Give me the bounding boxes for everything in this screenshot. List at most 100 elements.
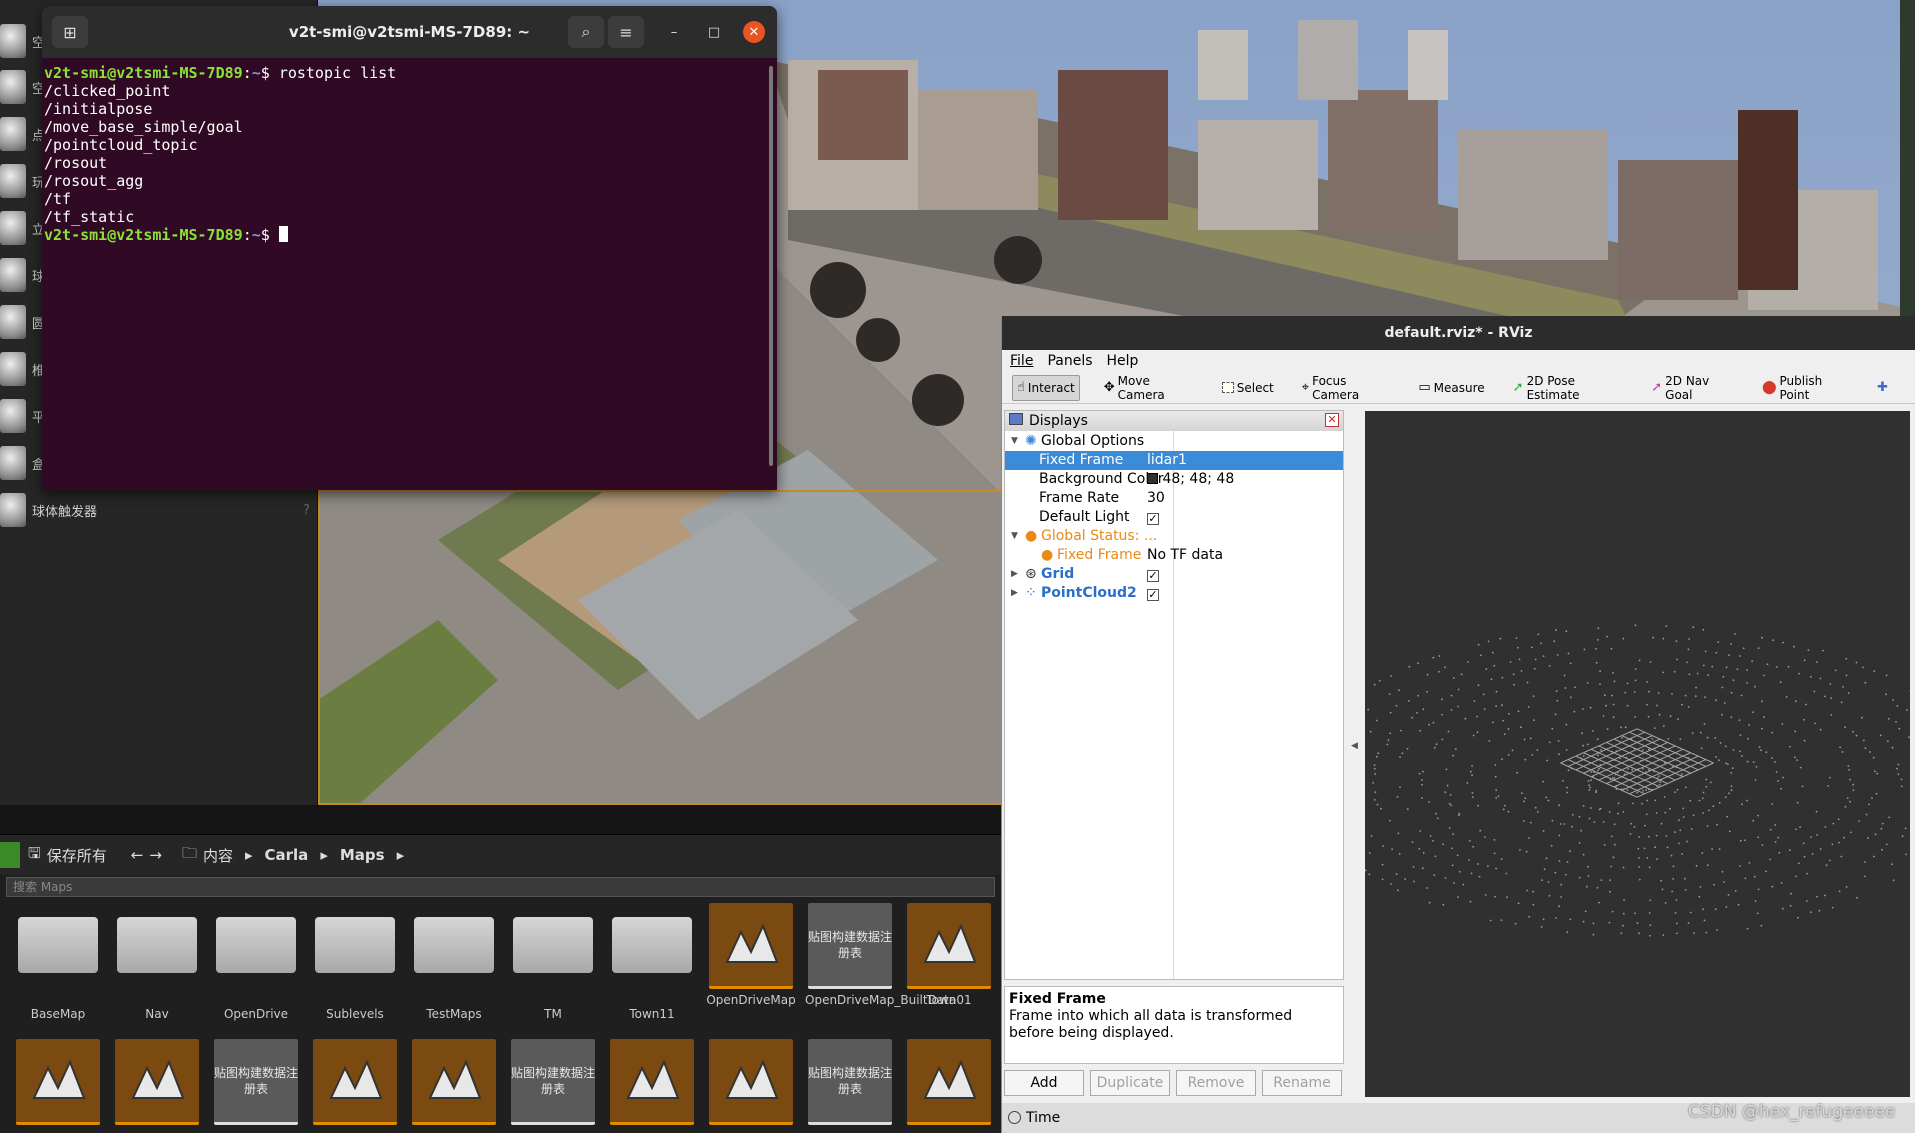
bg-color-value[interactable]: 48; 48; 48 bbox=[1162, 471, 1234, 487]
asset-map[interactable] bbox=[310, 1039, 400, 1125]
terminal-scrollbar[interactable] bbox=[769, 66, 773, 466]
tool-select[interactable]: Select bbox=[1218, 375, 1278, 401]
color-swatch[interactable] bbox=[1147, 473, 1158, 484]
search-icon[interactable]: ⌕ bbox=[568, 16, 604, 48]
forward-arrow-icon[interactable]: → bbox=[149, 846, 162, 864]
tool-interact[interactable]: ☝ Interact bbox=[1012, 374, 1080, 401]
asset-folder[interactable]: Nav bbox=[112, 903, 202, 1021]
rviz-3d-view[interactable] bbox=[1300, 411, 1915, 1097]
pointcloud-enabled-checkbox[interactable]: ✓ bbox=[1147, 589, 1159, 601]
menu-panels[interactable]: Panels bbox=[1047, 350, 1092, 372]
asset-registry[interactable]: 贴图构建数据注册表 bbox=[211, 1039, 301, 1125]
maximize-icon[interactable]: □ bbox=[703, 21, 725, 43]
rename-display-button[interactable]: Rename bbox=[1262, 1070, 1342, 1096]
asset-map[interactable] bbox=[904, 1039, 994, 1125]
close-icon[interactable]: ✕ bbox=[1325, 413, 1339, 427]
close-icon[interactable]: ✕ bbox=[743, 21, 765, 43]
remove-display-button[interactable]: Remove bbox=[1176, 1070, 1256, 1096]
chevron-down-icon[interactable]: ▼ bbox=[1011, 432, 1018, 451]
pointcloud-point bbox=[1752, 819, 1755, 822]
minimize-icon[interactable]: – bbox=[663, 21, 685, 43]
tool-measure[interactable]: ▭ Measure bbox=[1414, 375, 1488, 401]
place-item-sphere-trigger[interactable]: 球体触发器? bbox=[0, 489, 318, 531]
menu-file[interactable]: File bbox=[1010, 350, 1033, 372]
asset-map[interactable]: OpenDriveMap bbox=[706, 903, 796, 1007]
tool-move-camera[interactable]: ✥ Move Camera bbox=[1100, 374, 1198, 402]
hamburger-menu-icon[interactable]: ≡ bbox=[608, 16, 644, 48]
asset-search-input[interactable]: 搜索 Maps bbox=[6, 877, 995, 897]
asset-folder[interactable]: Sublevels bbox=[310, 903, 400, 1021]
grid-enabled-checkbox[interactable]: ✓ bbox=[1147, 570, 1159, 582]
asset-registry[interactable]: 贴图构建数据注册表 OpenDriveMap_BuiltData bbox=[805, 903, 956, 1007]
terminal-window[interactable]: ⊞ v2t-smi@v2tsmi-MS-7D89: ~ ⌕ ≡ – □ ✕ v2… bbox=[42, 6, 777, 490]
pointcloud-point bbox=[1606, 635, 1608, 638]
fixed-frame-value[interactable]: lidar1 bbox=[1147, 451, 1187, 470]
pointcloud-point bbox=[1752, 711, 1754, 713]
chevron-right-icon: ▸ bbox=[320, 846, 328, 864]
help-icon[interactable]: ? bbox=[303, 503, 310, 518]
breadcrumb-maps[interactable]: Maps bbox=[340, 846, 385, 864]
add-new-button[interactable] bbox=[0, 842, 20, 868]
asset-map[interactable] bbox=[409, 1039, 499, 1125]
tree-row-frame-rate[interactable]: Frame Rate 30 bbox=[1005, 489, 1343, 508]
frame-rate-value[interactable]: 30 bbox=[1147, 489, 1165, 508]
menu-help[interactable]: Help bbox=[1107, 350, 1139, 372]
terminal-output[interactable]: v2t-smi@v2tsmi-MS-7D89:~$ rostopic list /… bbox=[42, 58, 777, 244]
tree-row-global-options[interactable]: ▼ ✺ Global Options bbox=[1005, 432, 1343, 451]
add-tool-button[interactable]: ✚ bbox=[1873, 375, 1895, 401]
asset-folder[interactable]: TM bbox=[508, 903, 598, 1021]
pointcloud-point bbox=[1548, 894, 1551, 897]
chevron-right-icon[interactable]: ▶ bbox=[1011, 584, 1018, 603]
panel-splitter[interactable]: ◀ bbox=[1345, 411, 1365, 1097]
tree-row-status-fixed-frame[interactable]: ● Fixed Frame No TF data bbox=[1005, 546, 1343, 565]
asset-map[interactable]: Town01 bbox=[904, 903, 994, 1007]
asset-map[interactable] bbox=[112, 1039, 202, 1125]
save-all-button[interactable]: 保存所有 bbox=[47, 845, 107, 866]
tree-row-fixed-frame[interactable]: Fixed Frame lidar1 bbox=[1005, 451, 1343, 470]
tool-2d-nav-goal[interactable]: ➚ 2D Nav Goal bbox=[1647, 374, 1738, 402]
tree-row-background-color[interactable]: Background Color 48; 48; 48 bbox=[1005, 470, 1343, 489]
chevron-down-icon[interactable]: ▼ bbox=[1011, 527, 1018, 546]
pointcloud-point bbox=[1775, 666, 1778, 668]
tool-focus-camera[interactable]: ⌖ Focus Camera bbox=[1298, 374, 1395, 402]
pointcloud-point bbox=[1726, 815, 1729, 818]
tool-2d-pose-estimate[interactable]: ➚ 2D Pose Estimate bbox=[1509, 374, 1628, 402]
asset-map[interactable] bbox=[13, 1039, 103, 1125]
new-tab-icon[interactable]: ⊞ bbox=[52, 16, 88, 48]
pointcloud-point bbox=[1881, 822, 1884, 825]
asset-folder[interactable]: TestMaps bbox=[409, 903, 499, 1021]
pointcloud-point bbox=[1684, 694, 1687, 697]
tree-row-default-light[interactable]: Default Light ✓ bbox=[1005, 508, 1343, 527]
rviz-window[interactable]: default.rviz* - RViz File Panels Help ☝ I… bbox=[1001, 316, 1915, 1133]
pointcloud-point bbox=[1648, 912, 1651, 914]
asset-map[interactable] bbox=[706, 1039, 796, 1125]
asset-registry[interactable]: 贴图构建数据注册表 bbox=[508, 1039, 598, 1125]
breadcrumb-carla[interactable]: Carla bbox=[265, 846, 309, 864]
breadcrumb-content[interactable]: 内容 bbox=[203, 845, 233, 866]
chevron-right-icon[interactable]: ▶ bbox=[1011, 565, 1018, 584]
asset-folder[interactable]: OpenDrive bbox=[211, 903, 301, 1021]
default-light-checkbox[interactable]: ✓ bbox=[1147, 513, 1159, 525]
pointcloud-point bbox=[1714, 737, 1717, 739]
pointcloud-point bbox=[1466, 782, 1469, 784]
back-arrow-icon[interactable]: ← bbox=[131, 846, 144, 864]
tree-row-global-status[interactable]: ▼ ● Global Status: ... bbox=[1005, 527, 1343, 546]
pointcloud-point bbox=[1389, 711, 1392, 714]
asset-folder[interactable]: Town11 bbox=[607, 903, 697, 1021]
asset-folder[interactable]: BaseMap bbox=[13, 903, 103, 1021]
collapse-arrow-icon[interactable]: ◀ bbox=[1351, 741, 1358, 751]
pointcloud-point bbox=[1896, 705, 1899, 707]
tree-row-pointcloud2[interactable]: ▶ ⁘ PointCloud2 ✓ bbox=[1005, 584, 1343, 603]
asset-registry[interactable]: 贴图构建数据注册表 bbox=[805, 1039, 895, 1125]
pointcloud-point bbox=[1803, 659, 1806, 662]
asset-map[interactable] bbox=[607, 1039, 697, 1125]
tool-publish-point[interactable]: ⬤ Publish Point bbox=[1758, 374, 1853, 402]
tool-label: Measure bbox=[1433, 380, 1485, 395]
pointcloud-point bbox=[1582, 755, 1585, 757]
rviz-titlebar[interactable]: default.rviz* - RViz bbox=[1002, 316, 1915, 350]
tree-row-grid[interactable]: ▶ ⊛ Grid ✓ bbox=[1005, 565, 1343, 584]
add-display-button[interactable]: Add bbox=[1004, 1070, 1084, 1096]
pointcloud-point bbox=[1564, 687, 1567, 689]
terminal-titlebar[interactable]: ⊞ v2t-smi@v2tsmi-MS-7D89: ~ ⌕ ≡ – □ ✕ bbox=[42, 6, 777, 58]
duplicate-display-button[interactable]: Duplicate bbox=[1090, 1070, 1170, 1096]
